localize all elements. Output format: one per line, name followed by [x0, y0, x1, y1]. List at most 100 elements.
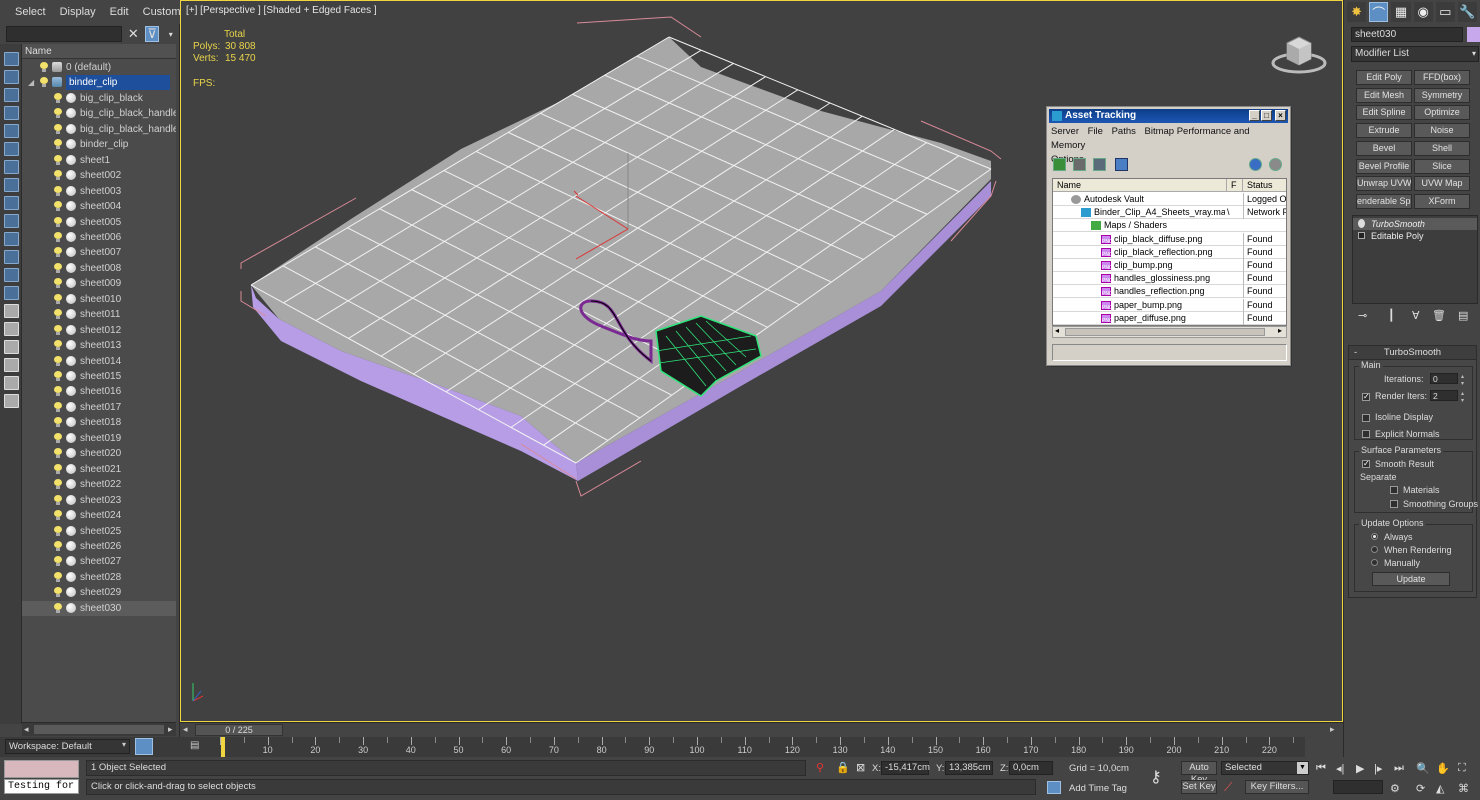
object-icon[interactable] — [66, 571, 76, 582]
help-icon[interactable] — [1249, 158, 1262, 171]
visibility-bulb-icon[interactable] — [40, 77, 48, 88]
layer-explorer-icon[interactable] — [135, 738, 153, 755]
close-icon[interactable]: × — [1275, 110, 1286, 121]
pin-stack-icon[interactable]: ⊸ — [1358, 309, 1367, 322]
visibility-bulb-icon[interactable] — [54, 170, 62, 181]
display-filter-icon[interactable] — [4, 52, 19, 66]
scene-item[interactable]: sheet004 — [22, 199, 176, 214]
visibility-bulb-icon[interactable] — [54, 324, 62, 335]
time-config-icon[interactable]: ⚙ — [1390, 782, 1400, 795]
menu-file[interactable]: File — [1088, 126, 1103, 137]
maximize-viewport-icon[interactable]: ⛶ — [1458, 762, 1466, 775]
column-status[interactable]: Status — [1243, 179, 1286, 192]
visibility-bulb-icon[interactable] — [54, 278, 62, 289]
display-filter-icon[interactable] — [4, 178, 19, 192]
object-icon[interactable] — [66, 432, 76, 443]
asset-row[interactable]: PNG handles_reflection.png Found — [1053, 285, 1286, 299]
object-icon[interactable] — [66, 494, 76, 505]
dropdown-arrow-icon[interactable]: ▾ — [163, 26, 178, 42]
display-filter-icon[interactable] — [4, 232, 19, 246]
display-filter-icon[interactable] — [4, 106, 19, 120]
modifier-list-dropdown[interactable]: Modifier List ▾ — [1351, 46, 1479, 62]
display-filter-icon[interactable] — [4, 304, 19, 318]
display-filter-icon[interactable] — [4, 88, 19, 102]
absolute-mode-icon[interactable]: ⊠ — [856, 761, 865, 774]
set-keys-icon[interactable]: ⟋ — [1224, 780, 1232, 795]
scene-item[interactable]: sheet013 — [22, 338, 176, 353]
visibility-bulb-icon[interactable] — [54, 185, 62, 196]
make-unique-icon[interactable]: ∀ — [1412, 309, 1420, 322]
utilities-tab-icon[interactable]: 🔧 — [1457, 2, 1478, 22]
scene-item[interactable]: sheet017 — [22, 400, 176, 415]
object-icon[interactable] — [66, 262, 76, 273]
menu-display[interactable]: Display — [53, 2, 103, 22]
asset-tracking-titlebar[interactable]: Asset Tracking _ □ × — [1049, 109, 1288, 123]
filter-icon[interactable]: ⊽ — [144, 26, 160, 42]
modifier-button[interactable]: enderable Splin — [1356, 193, 1412, 209]
object-icon[interactable] — [66, 185, 76, 196]
visibility-bulb-icon[interactable] — [54, 448, 62, 459]
object-icon[interactable] — [66, 309, 76, 320]
minimize-icon[interactable]: _ — [1249, 110, 1260, 121]
visibility-bulb-icon[interactable] — [54, 355, 62, 366]
add-time-tag[interactable]: Add Time Tag — [1069, 783, 1127, 794]
object-icon[interactable] — [66, 139, 76, 150]
visibility-bulb-icon[interactable] — [54, 201, 62, 212]
key-filters-button[interactable]: Key Filters... — [1245, 780, 1309, 794]
scene-item[interactable]: sheet006 — [22, 230, 176, 245]
object-icon[interactable] — [66, 247, 76, 258]
object-icon[interactable] — [66, 587, 76, 598]
visibility-bulb-icon[interactable] — [54, 571, 62, 582]
visibility-bulb-icon[interactable] — [54, 262, 62, 273]
display-filter-icon[interactable] — [4, 376, 19, 390]
viewcube-icon[interactable] — [1269, 25, 1329, 75]
display-filter-icon[interactable] — [4, 196, 19, 210]
stack-item-turbosmooth[interactable]: TurboSmooth — [1353, 218, 1477, 230]
scene-item[interactable]: sheet022 — [22, 477, 176, 492]
next-frame-icon[interactable]: ▸ — [1330, 724, 1335, 735]
goto-end-icon[interactable]: ⏭ — [1394, 762, 1404, 775]
modifier-button[interactable]: Symmetry — [1414, 87, 1470, 103]
display-filter-icon[interactable] — [4, 286, 19, 300]
visibility-bulb-icon[interactable] — [54, 432, 62, 443]
display-filter-icon[interactable] — [4, 250, 19, 264]
modifier-button[interactable]: XForm — [1414, 193, 1470, 209]
modifier-button[interactable]: Edit Poly — [1356, 70, 1412, 85]
visibility-bulb-icon[interactable] — [54, 216, 62, 227]
visibility-bulb-icon[interactable] — [54, 139, 62, 150]
stack-item-editable-poly[interactable]: Editable Poly — [1353, 230, 1477, 242]
scene-item[interactable]: sheet011 — [22, 307, 176, 322]
walkthrough-icon[interactable]: ⌘ — [1458, 782, 1469, 795]
object-icon[interactable] — [66, 556, 76, 567]
render-iters-checkbox[interactable]: ✓ — [1362, 393, 1370, 401]
maxscript-listener-output[interactable] — [4, 760, 79, 778]
scene-item[interactable]: sheet015 — [22, 369, 176, 384]
asset-row[interactable]: PNG paper_bump.png Found — [1053, 298, 1286, 312]
visibility-bulb-icon[interactable] — [54, 602, 62, 613]
visibility-bulb-icon[interactable] — [54, 510, 62, 521]
visibility-bulb-icon[interactable] — [54, 587, 62, 598]
scene-item[interactable]: sheet025 — [22, 524, 176, 539]
object-icon[interactable] — [66, 293, 76, 304]
explicit-normals-checkbox[interactable] — [1362, 430, 1370, 438]
scroll-thumb[interactable] — [1065, 328, 1265, 336]
smoothing-groups-checkbox[interactable] — [1390, 500, 1398, 508]
play-icon[interactable]: ▶ — [1356, 762, 1364, 775]
x-coordinate-field[interactable]: -15,417cm — [881, 761, 930, 775]
thumbnail-view-icon[interactable] — [1093, 158, 1106, 171]
object-name-field[interactable]: sheet030 — [1351, 27, 1463, 42]
modify-tab-icon[interactable]: ⌒ — [1369, 2, 1389, 22]
object-icon[interactable] — [66, 278, 76, 289]
scene-item[interactable]: sheet026 — [22, 539, 176, 554]
viewport-label[interactable]: [+] [Perspective ] [Shaded + Edged Faces… — [186, 5, 377, 16]
visibility-bulb-icon[interactable] — [54, 463, 62, 474]
fov-icon[interactable]: ◭ — [1436, 782, 1444, 795]
scene-item[interactable]: sheet018 — [22, 415, 176, 430]
workspace-selector[interactable]: Workspace: Default — [5, 739, 130, 754]
modifier-button[interactable]: Bevel Profile — [1356, 158, 1412, 174]
visibility-bulb-icon[interactable] — [40, 62, 48, 72]
display-filter-icon[interactable] — [4, 268, 19, 282]
display-filter-icon[interactable] — [4, 124, 19, 138]
column-header-name[interactable]: Name — [22, 44, 176, 59]
scene-tree[interactable]: Name 0 (default) ◢ binder_clip big_clip_bla… — [22, 44, 176, 722]
